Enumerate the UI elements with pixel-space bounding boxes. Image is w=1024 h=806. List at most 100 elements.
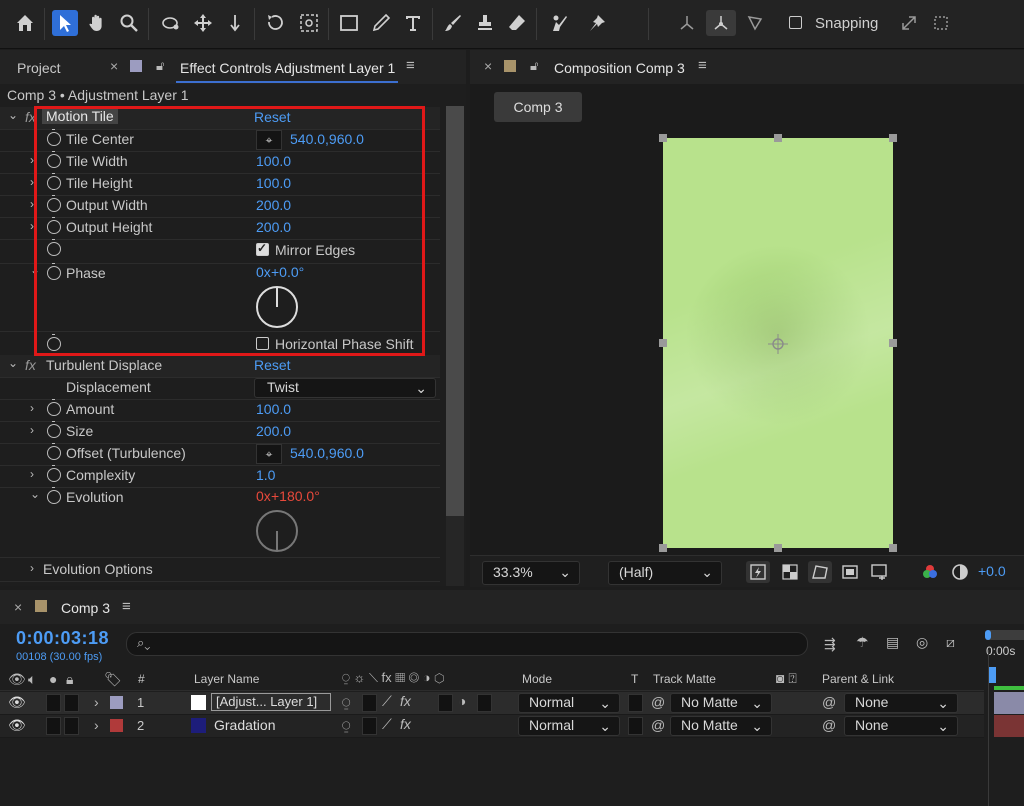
parent-dropdown[interactable]: None ⌄	[844, 693, 958, 713]
axis-mode-local-icon[interactable]	[674, 10, 700, 36]
lock-switch[interactable]	[64, 717, 79, 735]
eye-icon[interactable]: 👁︎	[8, 694, 26, 711]
prop-value[interactable]: 100.0	[256, 401, 291, 417]
brush-tool-icon[interactable]	[440, 10, 466, 36]
video-eye-icon[interactable]: 👁︎	[8, 671, 26, 688]
effect-switch-icon[interactable]: fx	[400, 716, 411, 732]
solo-switch[interactable]	[46, 694, 61, 712]
orbit-camera-icon[interactable]	[158, 10, 184, 36]
layer-name[interactable]: [Adjust... Layer 1]	[211, 693, 331, 711]
comp-breadcrumb-button[interactable]: Comp 3	[494, 92, 582, 122]
label-color[interactable]	[110, 719, 123, 732]
3d-layer-switch[interactable]	[477, 694, 492, 712]
transform-handle[interactable]	[889, 544, 897, 552]
layer-duration-bar[interactable]	[994, 692, 1024, 714]
layer-name[interactable]: Gradation	[214, 717, 275, 733]
prop-value[interactable]: 1.0	[256, 467, 275, 483]
lock-icon[interactable]: 🔓︎	[156, 58, 164, 74]
eye-icon[interactable]: 👁︎	[8, 717, 26, 734]
crosshair-point-icon[interactable]: ⌖	[256, 444, 282, 464]
column-parent-link[interactable]: Parent & Link	[822, 672, 894, 686]
chevron-right-icon[interactable]: ›	[30, 401, 34, 415]
resolution-dropdown[interactable]: (Half) ⌄	[608, 561, 722, 585]
shy-switch-icon[interactable]: ⍜	[342, 717, 350, 734]
rectangle-tool-icon[interactable]	[336, 10, 362, 36]
lock-switch[interactable]	[64, 694, 79, 712]
dolly-camera-icon[interactable]	[222, 10, 248, 36]
motion-blur-switch[interactable]	[438, 694, 453, 712]
collapse-switch[interactable]	[362, 694, 377, 712]
shy-switch-icon[interactable]: ⍜	[342, 694, 350, 711]
quality-switch-icon[interactable]: ⟋	[382, 716, 392, 733]
adjustment-layer-switch-icon[interactable]: ◑	[458, 693, 466, 709]
close-tab-icon[interactable]: ×	[14, 599, 22, 615]
prop-value[interactable]: 540.0,960.0	[290, 445, 364, 461]
tab-timeline-comp[interactable]: Comp 3	[61, 600, 110, 616]
work-area-bar[interactable]	[988, 630, 1024, 640]
transform-handle[interactable]	[659, 544, 667, 552]
eraser-tool-icon[interactable]	[504, 10, 530, 36]
playhead-marker[interactable]	[988, 667, 996, 683]
chevron-down-icon[interactable]: ⌄	[8, 356, 18, 370]
roto-brush-icon[interactable]	[546, 10, 572, 36]
collapse-switch[interactable]	[362, 717, 377, 735]
exposure-value[interactable]: +0.0	[978, 563, 1006, 579]
pan-behind-icon[interactable]	[296, 10, 322, 36]
stopwatch-icon[interactable]	[47, 487, 61, 504]
axis-mode-world-icon[interactable]	[706, 10, 736, 36]
chevron-right-icon[interactable]: ›	[94, 694, 99, 710]
composition-mini-flowchart-icon[interactable]: ⇶	[824, 636, 836, 653]
chevron-right-icon[interactable]: ›	[30, 467, 34, 481]
parent-pick-whip-icon[interactable]: @	[822, 694, 836, 710]
reset-link[interactable]: Reset	[254, 357, 291, 373]
evolution-degrees[interactable]: +180.0°	[271, 488, 320, 504]
pan-camera-icon[interactable]	[190, 10, 216, 36]
effect-header-turbulent-displace[interactable]: ⌄ fx Turbulent Displace Reset	[0, 355, 440, 378]
parent-pick-whip-icon[interactable]: @	[822, 717, 836, 733]
solo-icon[interactable]: ●	[49, 671, 57, 687]
column-mode[interactable]: Mode	[522, 672, 552, 686]
home-icon[interactable]	[12, 10, 38, 36]
timeline-layer-row[interactable]: 👁︎ › 2 Gradation ⍜ ⟋ fx Normal ⌄ @ No Ma…	[0, 715, 984, 738]
column-track-matte[interactable]: Track Matte	[653, 672, 716, 686]
transform-handle[interactable]	[774, 544, 782, 552]
zoom-tool-icon[interactable]	[116, 10, 142, 36]
fast-previews-icon[interactable]	[746, 561, 770, 583]
lock-icon[interactable]: 🔒︎	[66, 671, 73, 688]
parent-dropdown[interactable]: None ⌄	[844, 716, 958, 736]
snapping-checkbox[interactable]	[789, 16, 802, 29]
tab-effect-controls[interactable]: Effect Controls Adjustment Layer 1	[180, 60, 395, 76]
chevron-down-icon[interactable]: ⌄	[30, 487, 40, 501]
prop-value[interactable]: 200.0	[256, 423, 291, 439]
column-layer-name[interactable]: Layer Name	[194, 672, 259, 686]
snap-grid-icon[interactable]	[928, 10, 954, 36]
scrollbar-thumb[interactable]	[446, 106, 464, 516]
effect-name[interactable]: Turbulent Displace	[46, 357, 162, 373]
panel-menu-icon[interactable]: ≡	[122, 598, 131, 615]
motion-blur-icon[interactable]: ◎	[916, 634, 928, 651]
audio-icon[interactable]: 🔈︎	[28, 671, 36, 688]
track-matte-dropdown[interactable]: No Matte ⌄	[670, 693, 772, 713]
evolution-revolutions[interactable]: 0x	[256, 488, 271, 504]
reset-exposure-icon[interactable]	[948, 561, 972, 583]
layer-duration-bar[interactable]	[994, 715, 1024, 737]
tab-composition[interactable]: Composition Comp 3	[554, 60, 685, 76]
region-of-interest-icon[interactable]	[838, 561, 862, 583]
panel-menu-icon[interactable]: ≡	[698, 57, 707, 74]
zoom-dropdown[interactable]: 33.3% ⌄	[482, 561, 580, 585]
track-matte-dropdown[interactable]: No Matte ⌄	[670, 716, 772, 736]
evolution-options-row[interactable]: › Evolution Options	[0, 559, 440, 582]
evolution-angle-dial[interactable]	[254, 509, 300, 555]
label-color[interactable]	[110, 696, 123, 709]
preserve-transparency-switch[interactable]	[628, 717, 643, 735]
matte-pick-whip-icon[interactable]: @	[651, 717, 665, 733]
rotate-tool-icon[interactable]	[262, 10, 288, 36]
label-tag-icon[interactable]: 🏷︎	[104, 671, 122, 688]
transform-handle[interactable]	[659, 339, 667, 347]
frame-blending-icon[interactable]: ▤	[886, 634, 899, 651]
draft-3d-icon[interactable]: ☂︎	[856, 634, 869, 651]
chevron-right-icon[interactable]: ›	[94, 717, 99, 733]
puppet-pin-icon[interactable]	[584, 10, 610, 36]
stopwatch-icon[interactable]	[47, 399, 61, 416]
preserve-transparency-switch[interactable]	[628, 694, 643, 712]
